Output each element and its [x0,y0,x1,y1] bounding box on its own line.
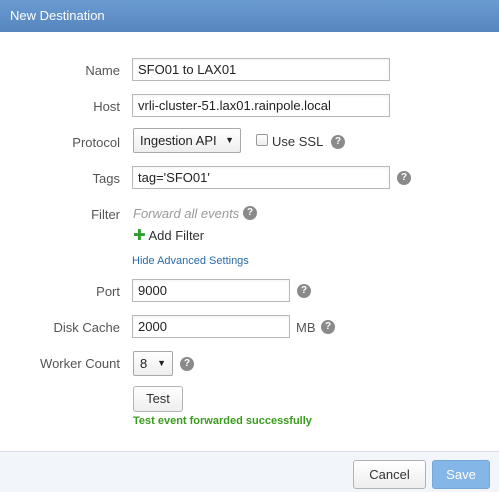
tags-input[interactable]: tag='SFO01' [132,166,390,189]
port-input[interactable]: 9000 [132,279,290,302]
help-icon[interactable]: ? [297,284,311,298]
filter-label: Filter [91,207,120,222]
tags-label: Tags [92,171,120,186]
help-icon[interactable]: ? [243,206,257,220]
filter-placeholder: Forward all events [133,206,240,221]
save-button[interactable]: Save [432,460,490,489]
test-status-message: Test event forwarded successfully [133,415,312,427]
dialog-title-bar: New Destination [0,0,499,32]
dialog-title: New Destination [10,8,105,23]
name-label: Name [85,63,120,78]
test-button[interactable]: Test [133,386,183,412]
cancel-button[interactable]: Cancel [353,460,426,489]
dialog-footer: Cancel Save [0,451,499,492]
help-icon[interactable]: ? [397,171,411,185]
disk-cache-label: Disk Cache [53,320,120,335]
worker-count-label: Worker Count [40,356,120,371]
disk-cache-unit: MB [296,320,316,335]
host-input[interactable]: vrli-cluster-51.lax01.rainpole.local [132,94,390,117]
help-icon[interactable]: ? [331,135,345,149]
caret-down-icon: ▼ [157,358,166,368]
worker-count-select-value: 8 [140,356,148,371]
protocol-select-value: Ingestion API [140,133,217,148]
protocol-select[interactable]: Ingestion API ▼ [133,128,241,153]
protocol-label: Protocol [72,135,120,150]
use-ssl-checkbox[interactable] [256,134,268,146]
port-label: Port [96,284,120,299]
help-icon[interactable]: ? [321,320,335,334]
use-ssl-label: Use SSL [272,134,324,149]
caret-down-icon: ▼ [225,135,234,145]
worker-count-select[interactable]: 8 ▼ [133,351,173,376]
add-filter-label: Add Filter [148,228,205,243]
host-label: Host [93,99,120,114]
add-filter-link[interactable]: ✚ Add Filter [133,228,204,243]
help-icon[interactable]: ? [180,357,194,371]
disk-cache-input[interactable]: 2000 [132,315,290,338]
hide-advanced-settings-link[interactable]: Hide Advanced Settings [132,255,249,267]
plus-icon: ✚ [133,227,146,244]
name-input[interactable]: SFO01 to LAX01 [132,58,390,81]
